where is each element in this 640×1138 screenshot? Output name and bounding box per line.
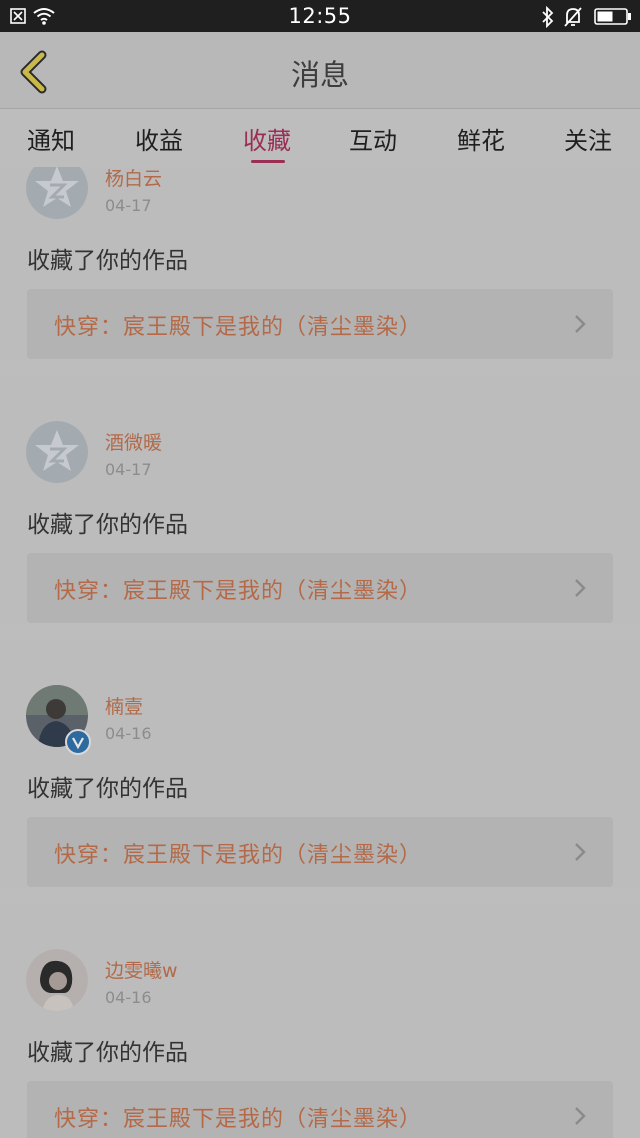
list-item: 杨白云 04-17 收藏了你的作品 快穿：宸王殿下是我的（清尘墨染）: [0, 167, 640, 359]
tab-follows[interactable]: 关注: [535, 121, 640, 156]
action-text: 收藏了你的作品: [27, 1040, 188, 1066]
tab-earnings[interactable]: 收益: [106, 121, 212, 156]
list-item: 楠壹 04-16 收藏了你的作品 快穿：宸王殿下是我的（清尘墨染）: [0, 640, 640, 887]
work-title: 快穿：宸王殿下是我的（清尘墨染）: [54, 579, 423, 604]
status-bar: 12:55: [0, 0, 640, 32]
chevron-right-icon: [575, 843, 586, 861]
avatar[interactable]: [26, 421, 88, 483]
mute-bell-icon: [564, 7, 582, 27]
username[interactable]: 边雯曦w: [105, 956, 178, 983]
timestamp: 04-16: [105, 988, 152, 1007]
active-tab-indicator: [251, 160, 285, 163]
chevron-right-icon: [575, 579, 586, 597]
timestamp: 04-17: [105, 196, 152, 215]
action-text: 收藏了你的作品: [27, 248, 188, 274]
header-bar: 消息: [0, 32, 640, 109]
tab-interactions[interactable]: 互动: [320, 121, 426, 156]
timestamp: 04-17: [105, 460, 152, 479]
verified-badge-icon: [65, 729, 91, 755]
action-text: 收藏了你的作品: [27, 512, 188, 538]
tab-notifications[interactable]: 通知: [0, 121, 104, 156]
default-avatar-icon: [26, 167, 88, 219]
avatar[interactable]: [26, 949, 88, 1011]
work-link[interactable]: 快穿：宸王殿下是我的（清尘墨染）: [27, 553, 613, 623]
avatar[interactable]: [26, 167, 88, 219]
chevron-right-icon: [575, 315, 586, 333]
list-item: 边雯曦w 04-16 收藏了你的作品 快穿：宸王殿下是我的（清尘墨染）: [0, 904, 640, 1138]
work-link[interactable]: 快穿：宸王殿下是我的（清尘墨染）: [27, 1081, 613, 1138]
work-title: 快穿：宸王殿下是我的（清尘墨染）: [54, 315, 423, 340]
page-title: 消息: [290, 58, 349, 92]
tab-bar: 通知 收益 收藏 互动 鲜花 关注: [0, 109, 640, 167]
bluetooth-icon: [542, 6, 554, 28]
action-text: 收藏了你的作品: [27, 776, 188, 802]
list-item: 酒微暖 04-17 收藏了你的作品 快穿：宸王殿下是我的（清尘墨染）: [0, 376, 640, 623]
work-link[interactable]: 快穿：宸王殿下是我的（清尘墨染）: [27, 289, 613, 359]
username[interactable]: 楠壹: [105, 692, 143, 719]
tab-flowers[interactable]: 鲜花: [428, 121, 534, 156]
default-avatar-icon: [26, 421, 88, 483]
timestamp: 04-16: [105, 724, 152, 743]
chevron-right-icon: [575, 1107, 586, 1125]
work-title: 快穿：宸王殿下是我的（清尘墨染）: [54, 1107, 423, 1132]
user-photo: [26, 949, 88, 1011]
favorites-list: 杨白云 04-17 收藏了你的作品 快穿：宸王殿下是我的（清尘墨染） 酒微暖 0…: [0, 167, 640, 1138]
username[interactable]: 杨白云: [105, 167, 162, 191]
work-link[interactable]: 快穿：宸王殿下是我的（清尘墨染）: [27, 817, 613, 887]
username[interactable]: 酒微暖: [105, 428, 162, 455]
battery-icon: [594, 8, 631, 25]
tab-favorites[interactable]: 收藏: [214, 121, 320, 156]
work-title: 快穿：宸王殿下是我的（清尘墨染）: [54, 843, 423, 868]
